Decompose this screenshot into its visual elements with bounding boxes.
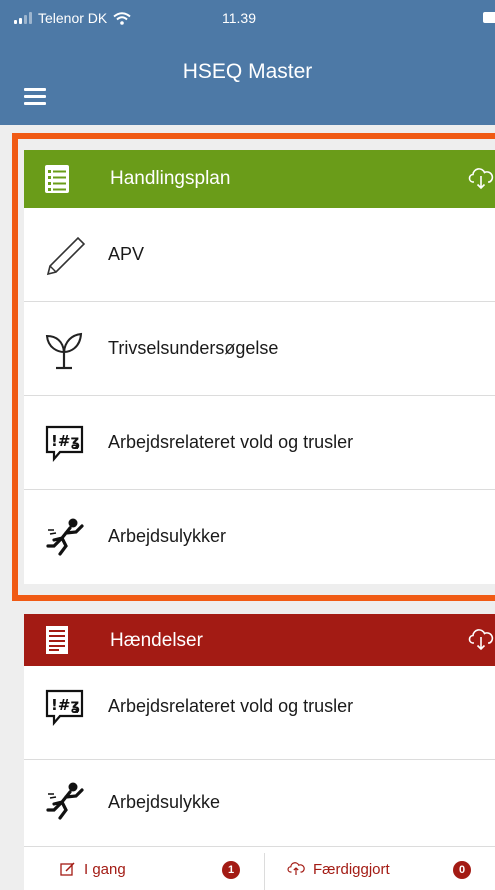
- section-header[interactable]: Hændelser: [24, 614, 495, 666]
- tab-label: I gang: [84, 861, 126, 878]
- section-haendelser: Hændelser !#ʓ Arbejdsrelateret vold og t…: [24, 614, 495, 848]
- top-bar: Telenor DK 11.39 HSEQ Master: [0, 0, 495, 125]
- count-badge: 0: [453, 861, 471, 879]
- section-title: Handlingsplan: [110, 168, 231, 189]
- swear-speech-bubble-icon: !#ʓ: [45, 689, 84, 726]
- status-bar: Telenor DK 11.39: [0, 0, 495, 34]
- battery-icon: [483, 12, 495, 23]
- edit-icon: [60, 862, 75, 876]
- status-left: Telenor DK: [14, 10, 131, 26]
- wifi-icon: [113, 11, 131, 25]
- list-item-trivselsundersogelse[interactable]: Trivselsundersøgelse: [24, 302, 495, 396]
- status-time: 11.39: [222, 10, 256, 26]
- list-item-arbejdsulykke[interactable]: Arbejdsulykke: [24, 760, 495, 848]
- svg-text:!#ʓ: !#ʓ: [51, 432, 80, 450]
- pencil-icon: [46, 236, 86, 276]
- signal-icon: [14, 12, 32, 24]
- cloud-icon: [287, 862, 305, 875]
- list-item-apv[interactable]: APV: [24, 208, 495, 302]
- cloud-download-icon[interactable]: [468, 627, 494, 651]
- status-tabs: I gang 1 Færdiggjort 0: [24, 846, 495, 890]
- list-item-label: Arbejdsrelateret vold og trusler: [108, 696, 354, 716]
- list-item-vold-og-trusler[interactable]: !#ʓ Arbejdsrelateret vold og trusler: [24, 396, 495, 490]
- cloud-download-icon[interactable]: [468, 166, 494, 190]
- falling-person-icon: [46, 782, 84, 820]
- tab-i-gang[interactable]: I gang 1: [24, 847, 264, 890]
- sprout-icon: [45, 332, 83, 370]
- checklist-icon: [45, 165, 69, 193]
- swear-speech-bubble-icon: !#ʓ: [45, 425, 84, 462]
- list-item-label: Arbejdsulykke: [108, 792, 221, 812]
- menu-icon[interactable]: [24, 88, 46, 106]
- falling-person-icon: [46, 518, 84, 556]
- section-handlingsplan: Handlingsplan APV Trivselsundersøgelse !…: [24, 150, 495, 584]
- list-item-label: APV: [108, 244, 145, 264]
- page-title: HSEQ Master: [182, 60, 313, 83]
- list-item-arbejdsulykker[interactable]: Arbejdsulykker: [24, 490, 495, 584]
- list-item-label: Arbejdsrelateret vold og trusler: [108, 432, 354, 452]
- list-item-label: Arbejdsulykker: [108, 526, 227, 546]
- carrier-name: Telenor DK: [38, 10, 108, 26]
- section-title: Hændelser: [110, 630, 203, 651]
- svg-text:!#ʓ: !#ʓ: [51, 696, 80, 714]
- list-item-vold-og-trusler[interactable]: !#ʓ Arbejdsrelateret vold og trusler: [24, 666, 495, 760]
- list-item-label: Trivselsundersøgelse: [108, 338, 279, 358]
- section-header[interactable]: Handlingsplan: [24, 150, 495, 208]
- tab-faerdiggjort[interactable]: Færdiggjort 0: [265, 847, 495, 890]
- count-badge: 1: [222, 861, 240, 879]
- document-list-icon: [46, 626, 68, 654]
- tab-label: Færdiggjort: [313, 861, 390, 878]
